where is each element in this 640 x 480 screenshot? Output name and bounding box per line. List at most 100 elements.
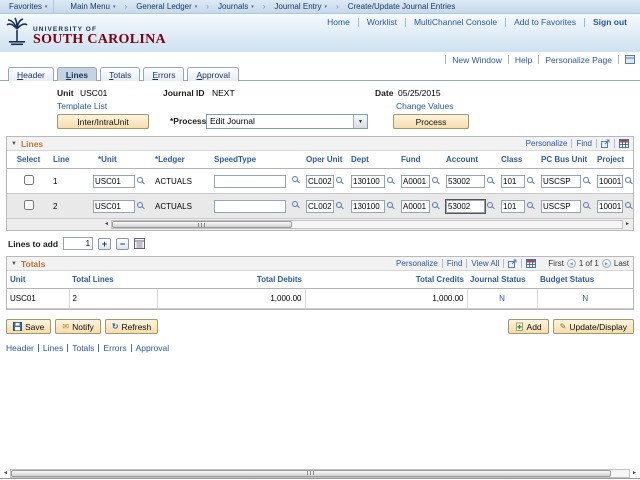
last-page-icon[interactable]: ► xyxy=(601,259,611,268)
class-input[interactable] xyxy=(501,199,525,213)
scroll-right-arrow-icon[interactable]: ► xyxy=(624,220,631,229)
lookup-icon[interactable] xyxy=(292,176,298,182)
speedtype-input[interactable] xyxy=(214,199,286,213)
tab-totals[interactable]: Totals xyxy=(100,67,141,81)
http-icon[interactable] xyxy=(625,55,635,64)
pager-last-label[interactable]: Last xyxy=(614,259,629,268)
breadcrumb-general-ledger[interactable]: General Ledger ▾ xyxy=(130,0,203,14)
save-button[interactable]: Save xyxy=(6,319,52,334)
footer-link-errors[interactable]: Errors xyxy=(103,343,126,353)
footer-link-totals[interactable]: Totals xyxy=(72,343,94,353)
lookup-icon[interactable] xyxy=(387,202,393,208)
pager-first-label[interactable]: First xyxy=(548,259,564,268)
oper-unit-input[interactable] xyxy=(306,174,334,188)
tab-header[interactable]: Header xyxy=(8,67,54,81)
lookup-icon[interactable] xyxy=(137,177,143,183)
lookup-icon[interactable] xyxy=(625,202,631,208)
pc-bus-unit-input[interactable] xyxy=(541,174,581,188)
lookup-icon[interactable] xyxy=(387,177,393,183)
breadcrumb-main-menu[interactable]: Main Menu ▾ xyxy=(64,0,121,14)
tab-approval[interactable]: Approval xyxy=(187,67,240,81)
download-grid-icon[interactable] xyxy=(526,259,537,268)
fund-input[interactable] xyxy=(401,199,430,213)
change-values-link[interactable]: Change Values xyxy=(396,101,454,111)
process-button[interactable]: Process xyxy=(393,114,469,129)
row-select-checkbox[interactable] xyxy=(23,200,34,210)
budget-status-link[interactable]: N xyxy=(582,294,588,303)
pc-bus-unit-input[interactable] xyxy=(541,199,581,213)
lookup-icon[interactable] xyxy=(137,202,143,208)
lookup-icon[interactable] xyxy=(432,177,438,183)
fund-input[interactable] xyxy=(401,174,430,188)
collapse-triangle-icon[interactable]: ▼ xyxy=(11,261,17,267)
scrollbar-thumb[interactable] xyxy=(10,469,611,477)
scroll-left-arrow-icon[interactable]: ◄ xyxy=(103,220,110,229)
template-list-link[interactable]: Template List xyxy=(57,101,107,111)
first-page-icon[interactable]: ◄ xyxy=(566,259,576,268)
scrollbar-track[interactable] xyxy=(110,220,624,229)
notify-button[interactable]: ✉ Notify xyxy=(55,319,101,334)
worklist-link[interactable]: Worklist xyxy=(359,17,405,27)
dept-input[interactable] xyxy=(351,174,385,188)
inter-intra-unit-button[interactable]: Inter/IntraUnit xyxy=(57,114,149,129)
project-input[interactable] xyxy=(597,199,623,213)
scrollbar-track[interactable] xyxy=(9,468,631,478)
home-link[interactable]: Home xyxy=(319,17,358,27)
lines-personalize-link[interactable]: Personalize xyxy=(526,139,568,148)
new-window-icon[interactable] xyxy=(601,139,610,148)
breadcrumb-favorites-menu[interactable]: Favorites ▾ xyxy=(3,0,55,14)
account-input[interactable] xyxy=(446,174,485,188)
scroll-left-arrow-icon[interactable]: ◄ xyxy=(2,469,9,478)
unit-input[interactable] xyxy=(93,199,135,213)
personalize-page-link[interactable]: Personalize Page xyxy=(545,55,612,65)
project-input[interactable] xyxy=(597,174,623,188)
breadcrumb-journal-entry[interactable]: Journal Entry ▾ xyxy=(268,0,333,14)
row-select-checkbox[interactable] xyxy=(23,175,34,185)
dropdown-arrow-icon[interactable]: ▼ xyxy=(353,115,367,128)
journal-grid-icon[interactable] xyxy=(134,238,146,249)
journal-status-link[interactable]: N xyxy=(499,294,505,303)
add-to-favorites-link[interactable]: Add to Favorites xyxy=(506,17,584,27)
dept-input[interactable] xyxy=(351,199,385,213)
footer-link-approval[interactable]: Approval xyxy=(136,343,170,353)
lines-to-add-input[interactable] xyxy=(63,237,94,250)
footer-link-header[interactable]: Header xyxy=(6,343,34,353)
lookup-icon[interactable] xyxy=(487,177,493,183)
sign-out-link[interactable]: Sign out xyxy=(585,17,635,27)
totals-view-all-link[interactable]: View All xyxy=(471,259,499,268)
lookup-icon[interactable] xyxy=(292,201,298,207)
tab-lines[interactable]: Lines xyxy=(56,67,98,81)
download-grid-icon[interactable] xyxy=(619,139,629,148)
multichannel-console-link[interactable]: MultiChannel Console xyxy=(406,17,505,27)
lookup-icon[interactable] xyxy=(527,202,533,208)
delete-rows-button[interactable]: − xyxy=(116,237,130,250)
lookup-icon[interactable] xyxy=(583,202,589,208)
scroll-right-arrow-icon[interactable]: ► xyxy=(631,469,638,478)
totals-find-link[interactable]: Find xyxy=(447,259,463,268)
tab-errors[interactable]: Errors xyxy=(143,67,185,81)
totals-personalize-link[interactable]: Personalize xyxy=(396,259,438,268)
account-input[interactable] xyxy=(445,198,486,214)
class-input[interactable] xyxy=(501,174,525,188)
process-select[interactable]: Edit Journal ▼ xyxy=(206,114,368,129)
lookup-icon[interactable] xyxy=(336,177,342,183)
unit-input[interactable] xyxy=(93,174,135,188)
lookup-icon[interactable] xyxy=(583,177,589,183)
help-link[interactable]: Help xyxy=(515,55,532,65)
lookup-icon[interactable] xyxy=(527,177,533,183)
new-window-link[interactable]: New Window xyxy=(452,55,502,65)
breadcrumb-journals[interactable]: Journals ▾ xyxy=(212,0,260,14)
new-window-icon[interactable] xyxy=(508,259,517,268)
lookup-icon[interactable] xyxy=(487,202,493,208)
scrollbar-thumb[interactable] xyxy=(111,221,292,228)
oper-unit-input[interactable] xyxy=(306,199,334,213)
speedtype-input[interactable] xyxy=(214,174,286,188)
lookup-icon[interactable] xyxy=(336,202,342,208)
add-rows-button[interactable]: + xyxy=(98,237,112,250)
add-button[interactable]: Add xyxy=(507,319,549,334)
refresh-button[interactable]: ↻ Refresh xyxy=(104,319,159,334)
update-display-button[interactable]: ✎ Update/Display xyxy=(552,319,634,334)
lookup-icon[interactable] xyxy=(432,202,438,208)
lookup-icon[interactable] xyxy=(625,177,631,183)
lines-find-link[interactable]: Find xyxy=(576,139,592,148)
